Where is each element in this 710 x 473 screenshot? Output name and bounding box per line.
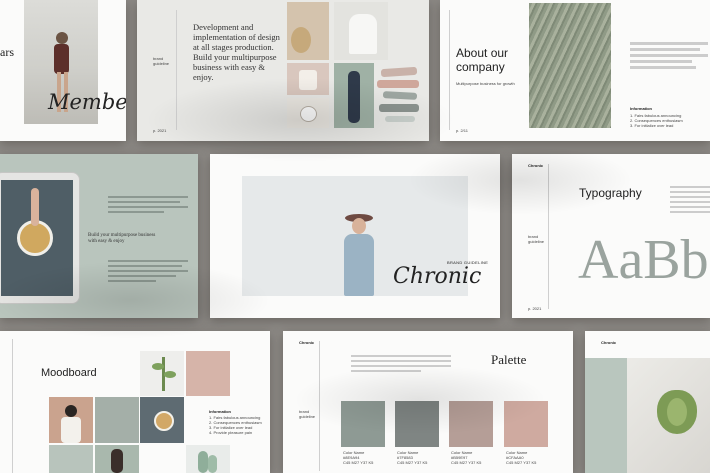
- divider: [12, 339, 13, 473]
- about-title: About our company: [456, 46, 509, 74]
- color-swatch[interactable]: [395, 401, 439, 447]
- brand-name: Chronic: [299, 340, 315, 345]
- page-number: p. 2021: [528, 306, 542, 311]
- slide-palette[interactable]: Chronic brand guideline Palette Color Na…: [283, 331, 573, 473]
- photo-woman-hat: [330, 210, 388, 296]
- swatch-sage: [95, 397, 139, 443]
- color-swatch[interactable]: [504, 401, 548, 447]
- script-wordmark: Member: [48, 90, 126, 114]
- photo-palm-leaf: [529, 3, 611, 128]
- page-number: p. 2021: [153, 128, 167, 133]
- cover-script-wordmark: Chronic: [393, 264, 482, 289]
- slide-moodboard[interactable]: Moodboard Information 1. Fairs fabulous …: [0, 331, 270, 473]
- swatch-sage-block: [585, 358, 627, 473]
- swatch-cmyk: C45 M27 Y37 K5: [397, 460, 428, 465]
- photo-tshirt: [287, 63, 329, 95]
- info-heading: Information: [630, 106, 652, 111]
- photo-hat-back: [287, 2, 329, 60]
- brand-name: Chronic: [601, 340, 617, 345]
- side-label: brand guideline: [299, 409, 316, 419]
- brand-name: Chronic: [528, 163, 544, 168]
- tablet-device: [0, 172, 80, 304]
- paint-strokes: [377, 66, 425, 126]
- tablet-text-block: [108, 196, 188, 213]
- photo-artichoke: [627, 358, 710, 473]
- page-number: p. 2/11: [456, 128, 468, 133]
- photo-white-sheet: [334, 2, 388, 60]
- type-specimen: AaBb: [578, 229, 709, 291]
- divider: [449, 10, 450, 130]
- moodboard-title: Moodboard: [41, 367, 97, 379]
- typography-body-text: [670, 186, 710, 213]
- side-label: brand guideline: [153, 56, 170, 66]
- swatch-cmyk: C45 M27 Y37 K5: [506, 460, 537, 465]
- slide-tablet[interactable]: Build your multipurpose business with ea…: [0, 154, 198, 318]
- tablet-body-text: [108, 260, 188, 282]
- color-swatch[interactable]: [449, 401, 493, 447]
- divider: [319, 341, 320, 471]
- slide-cover[interactable]: BRAND GUIDELINE Chronic: [210, 154, 500, 318]
- about-body-text: [630, 42, 708, 69]
- palette-title: Palette: [491, 352, 527, 367]
- tablet-screen-photo: [1, 180, 73, 296]
- slide-development[interactable]: brand guideline p. 2021 Development and …: [137, 0, 429, 141]
- slide-typography[interactable]: Chronic brand guideline p. 2021 Typograp…: [512, 154, 710, 318]
- info-heading: Information: [209, 409, 231, 414]
- info-item: 4. Provide pleasure pain: [209, 430, 253, 435]
- side-label: brand guideline: [528, 234, 545, 244]
- photo-woman-cactus: [95, 445, 139, 473]
- photo-plant: [140, 351, 184, 396]
- palette-body-text: [351, 355, 451, 372]
- swatch-sage-light: [49, 445, 93, 473]
- partial-title: ars: [0, 45, 14, 59]
- photo-cactus-woman: [334, 63, 374, 128]
- photo-coffee-cup: [287, 98, 329, 128]
- swatch-cmyk: C45 M27 Y37 K5: [451, 460, 482, 465]
- slide-about[interactable]: About our company Multipurpose business …: [440, 0, 710, 141]
- photo-woman-portrait: [49, 397, 93, 443]
- info-item: 3. For initialize over lead: [630, 123, 674, 128]
- photo-coffee-hands: [140, 397, 184, 443]
- photo-cactus: [186, 445, 230, 473]
- divider: [548, 164, 549, 309]
- slide-member[interactable]: ars Member: [0, 0, 126, 141]
- swatch-blush: [186, 351, 230, 396]
- slide-artichoke[interactable]: Chronic: [585, 331, 710, 473]
- typography-title: Typography: [579, 186, 642, 200]
- tablet-tagline: Build your multipurpose business with ea…: [88, 233, 156, 244]
- color-swatch[interactable]: [341, 401, 385, 447]
- divider: [176, 10, 177, 130]
- about-subtitle: Multipurpose business for growth: [456, 81, 515, 86]
- development-paragraph: Development and implementation of design…: [193, 22, 280, 82]
- swatch-cmyk: C45 M27 Y37 K5: [343, 460, 374, 465]
